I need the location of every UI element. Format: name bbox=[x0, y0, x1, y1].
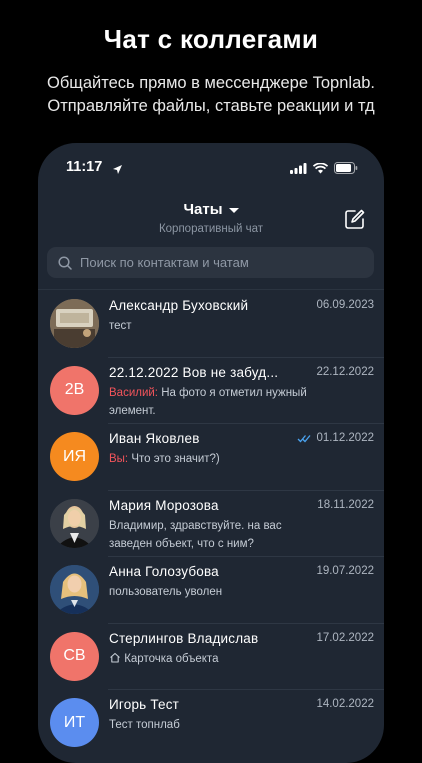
avatar bbox=[50, 565, 99, 614]
chat-name: Игорь Тест bbox=[109, 697, 180, 712]
chat-name: Анна Голозубова bbox=[109, 564, 219, 579]
location-arrow-icon bbox=[112, 162, 123, 180]
chat-preview: Тест топнлаб bbox=[109, 719, 180, 731]
chat-row[interactable]: Мария Морозова 18.11.2022 Владимир, здра… bbox=[38, 489, 384, 557]
chat-row[interactable]: Александр Буховский 06.09.2023 тест bbox=[38, 289, 384, 357]
chat-list: Александр Буховский 06.09.2023 тест 2В 2… bbox=[38, 289, 384, 756]
chat-preview: Владимир, здравствуйте. на вас заведен о… bbox=[109, 519, 282, 550]
chat-date: 19.07.2022 bbox=[316, 565, 374, 577]
chat-row[interactable]: СВ Стерлингов Владислав 17.02.2022 Карто… bbox=[38, 622, 384, 690]
chat-name: Иван Яковлев bbox=[109, 431, 200, 446]
chat-preview: тест bbox=[109, 320, 132, 332]
signal-icon bbox=[290, 162, 307, 174]
double-check-icon bbox=[297, 434, 311, 442]
chat-preview: пользователь уволен bbox=[109, 586, 223, 598]
search-placeholder: Поиск по контактам и чатам bbox=[80, 255, 249, 270]
avatar: СВ bbox=[50, 631, 99, 681]
system-icons bbox=[290, 162, 358, 174]
wifi-icon bbox=[313, 162, 328, 173]
chat-preview: Вы: Что это значит?) bbox=[109, 453, 220, 465]
home-icon bbox=[110, 652, 120, 663]
chat-name: 22.12.2022 Вов не забуд... bbox=[109, 364, 279, 380]
chat-preview: Василий: На фото я отметил нужный элемен… bbox=[109, 386, 307, 417]
promo-subtitle-line-2: Отправляйте файлы, ставьте реакции и тд bbox=[47, 97, 375, 115]
chats-title-dropdown[interactable]: Чаты bbox=[183, 201, 239, 218]
avatar-photo bbox=[50, 565, 99, 614]
chat-date: 01.12.2022 bbox=[297, 432, 374, 444]
chat-name: Александр Буховский bbox=[109, 298, 249, 313]
battery-icon bbox=[334, 162, 358, 174]
phone-screen: 11:17 Чаты Корпоративный чат Поиск по ко… bbox=[38, 143, 384, 763]
chat-row[interactable]: 2В 22.12.2022 Вов не забуд... 22.12.2022… bbox=[38, 356, 384, 424]
status-bar: 11:17 bbox=[66, 159, 358, 179]
search-input[interactable]: Поиск по контактам и чатам bbox=[47, 247, 374, 278]
chevron-down-icon bbox=[228, 208, 239, 213]
chat-date: 17.02.2022 bbox=[316, 631, 374, 644]
chats-subtitle: Корпоративный чат bbox=[158, 223, 264, 235]
avatar: ИЯ bbox=[50, 432, 99, 481]
promo-subtitle-line-1: Общайтесь прямо в мессенджере Topnlab. bbox=[46, 74, 376, 92]
message-sender: Василий: bbox=[109, 386, 158, 399]
promo-subtitle: Общайтесь прямо в мессенджере Topnlab. О… bbox=[0, 72, 422, 118]
chat-date: 22.12.2022 bbox=[316, 365, 374, 378]
status-time: 11:17 bbox=[66, 159, 103, 175]
chat-row[interactable]: Анна Голозубова 19.07.2022 пользователь … bbox=[38, 556, 384, 623]
compose-icon[interactable] bbox=[344, 208, 366, 230]
avatar-initials: ИТ bbox=[63, 713, 86, 731]
avatar-initials: 2В bbox=[64, 381, 85, 398]
chat-name: Мария Морозова bbox=[109, 497, 219, 513]
chat-row[interactable]: ИЯ Иван Яковлев 01.12.2022 Вы: Что это з… bbox=[38, 423, 384, 490]
chats-title: Чаты bbox=[183, 201, 223, 218]
promo-title: Чат с коллегами bbox=[103, 24, 319, 54]
avatar-photo bbox=[50, 498, 99, 548]
search-icon bbox=[58, 255, 72, 270]
avatar bbox=[50, 498, 99, 548]
message-sender: Вы: bbox=[109, 453, 129, 465]
chats-header: Чаты Корпоративный чат bbox=[38, 201, 384, 235]
chat-date: 14.02.2022 bbox=[316, 698, 374, 710]
avatar: 2В bbox=[50, 365, 99, 415]
chat-preview: Карточка объекта bbox=[109, 650, 324, 668]
chat-name: Стерлингов Владислав bbox=[109, 630, 259, 646]
chat-row[interactable]: ИТ Игорь Тест 14.02.2022 Тест топнлаб bbox=[38, 689, 384, 756]
chat-date: 18.11.2022 bbox=[317, 498, 374, 511]
avatar-photo bbox=[50, 299, 99, 348]
avatar bbox=[50, 299, 99, 348]
avatar-initials: ИЯ bbox=[62, 447, 87, 465]
chat-date: 06.09.2023 bbox=[316, 299, 374, 311]
avatar-initials: СВ bbox=[63, 647, 86, 664]
avatar: ИТ bbox=[50, 698, 99, 747]
